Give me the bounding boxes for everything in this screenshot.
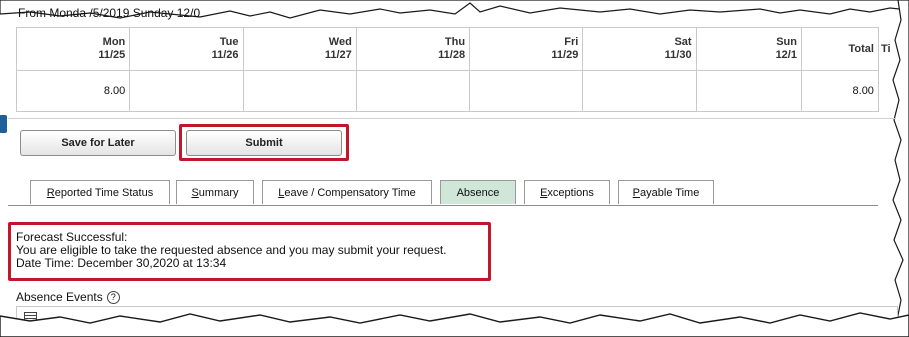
section-divider [8,118,896,119]
forecast-message: Forecast Successful: You are eligible to… [16,231,447,270]
hours-cell[interactable] [355,70,471,112]
hours-cell[interactable]: 8.00 [15,70,131,112]
absence-events-title: Absence Events? [16,290,120,305]
day-header: Tue 11/26 [129,27,244,71]
day-header: Mon 11/25 [15,27,131,71]
tab-leave-compensatory-time[interactable]: Leave / Compensatory Time [262,180,432,204]
tab-reported-time-status[interactable]: Reported Time Status [30,180,170,204]
hours-cell[interactable] [129,70,244,112]
period-label: From Monda /5/2019 Sunday 12/0 [18,6,201,20]
hours-cell[interactable] [242,70,357,112]
tab-exceptions[interactable]: Exceptions [524,180,610,204]
hours-cell[interactable] [469,70,584,112]
message-datetime: Date Time: December 30,2020 at 13:34 [16,256,227,270]
torn-edge-bottom [0,312,909,337]
tab-absence[interactable]: Absence [440,180,516,204]
total-value: 8.00 [800,70,879,112]
day-header: Fri 11/29 [469,27,584,71]
extra-column-header: Ti [880,43,891,55]
hours-cell[interactable] [695,70,802,112]
tab-payable-time[interactable]: Payable Time [618,180,714,204]
total-header: Total [800,27,879,71]
hours-cell[interactable] [582,70,697,112]
tab-summary[interactable]: Summary [176,180,254,204]
page-collapse-tab[interactable] [0,115,7,133]
save-for-later-button[interactable]: Save for Later [20,130,176,156]
tab-underline [8,205,878,206]
extra-column-cell [878,71,895,112]
day-header: Sat 11/30 [582,27,697,71]
help-icon[interactable]: ? [106,291,120,305]
submit-button[interactable]: Submit [186,130,342,156]
timesheet-grid: Mon 11/25 Tue 11/26 Wed 11/27 Thu 11/28 Fri 1… [15,27,896,112]
day-header: Sun 12/1 [695,27,802,71]
day-header: Wed 11/27 [242,27,357,71]
day-header: Thu 11/28 [355,27,471,71]
